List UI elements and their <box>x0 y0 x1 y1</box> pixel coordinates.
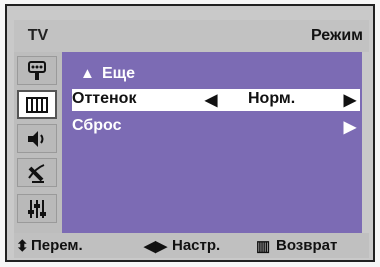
sidebar-item-picture[interactable] <box>17 90 57 119</box>
sidebar-item-setup[interactable] <box>17 194 57 223</box>
right-arrow-icon: ▶ <box>343 119 356 136</box>
menu-item-reset[interactable]: Сброс ▶ <box>72 116 360 138</box>
up-arrow-icon: ▲ <box>80 65 95 82</box>
source-label: TV <box>27 27 49 44</box>
sidebar-item-channel[interactable] <box>17 158 57 187</box>
channel-icon <box>28 163 45 183</box>
menu-grid-icon: ▥ <box>256 238 271 255</box>
sound-icon <box>28 130 44 147</box>
footer-move: Перем. <box>31 237 83 254</box>
footer-adjust: Настр. <box>172 237 221 254</box>
left-right-arrows-icon: ◀▶ <box>144 238 168 255</box>
setup-icon <box>28 199 46 218</box>
left-arrow-icon[interactable]: ◀ <box>205 90 217 110</box>
sidebar-item-sound[interactable] <box>17 124 57 153</box>
sidebar-item-input[interactable] <box>17 56 57 85</box>
page-title: Режим <box>311 27 363 44</box>
menu-item-tint[interactable]: Оттенок ◀ Норм. ▶ <box>72 89 360 111</box>
input-icon <box>28 60 46 80</box>
picture-icon <box>26 96 48 113</box>
footer-back: Возврат <box>276 237 338 254</box>
menu-item-more[interactable]: ▲ Еще <box>72 64 360 86</box>
footer-bar: ⬍ Перем. ◀▶ Настр. ▥ Возврат <box>14 233 369 258</box>
move-icon: ⬍ <box>16 238 29 255</box>
right-arrow-icon[interactable]: ▶ <box>344 90 356 110</box>
